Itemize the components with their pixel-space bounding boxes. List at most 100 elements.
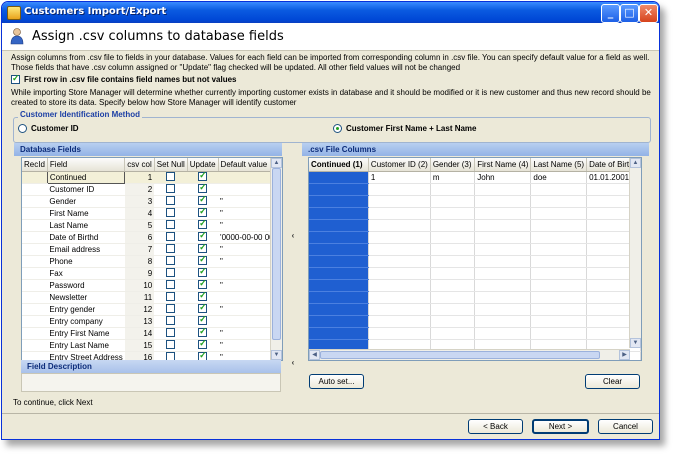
update-checkbox[interactable] xyxy=(198,280,208,289)
customer-id-radio[interactable] xyxy=(18,124,27,133)
field-row[interactable]: Entry gender12" xyxy=(22,303,282,316)
field-row[interactable]: Entry company 13 xyxy=(22,315,282,328)
field-row[interactable]: Password10" xyxy=(22,279,282,292)
db-column-header[interactable]: csv col xyxy=(124,158,155,172)
set-null-checkbox[interactable] xyxy=(166,232,176,241)
set-null-checkbox[interactable] xyxy=(166,328,176,337)
csv-columns-grid[interactable]: Continued (1) Customer ID (2) Gender (3) Fi… xyxy=(308,157,642,361)
database-fields-scrollbar[interactable]: ▲ ▼ xyxy=(270,158,282,360)
back-button[interactable]: < Back xyxy=(468,419,523,434)
set-null-checkbox[interactable] xyxy=(166,220,176,229)
field-row[interactable]: Entry Last Name15" xyxy=(22,339,282,352)
db-column-header[interactable]: Field xyxy=(47,158,126,172)
database-fields-grid[interactable]: RecId Field csv col Set Null Update Default v… xyxy=(21,157,283,361)
scroll-thumb[interactable] xyxy=(272,168,281,340)
csv-scroll-up-arrow[interactable]: ▲ xyxy=(630,158,641,168)
csv-column-header[interactable]: Last Name (5) xyxy=(530,158,588,172)
set-null-checkbox[interactable] xyxy=(166,256,176,265)
update-checkbox[interactable] xyxy=(198,220,208,229)
db-column-header[interactable]: Update xyxy=(187,158,219,172)
set-null-checkbox[interactable] xyxy=(166,292,176,301)
scroll-down-arrow[interactable]: ▼ xyxy=(271,350,282,360)
update-checkbox[interactable] xyxy=(198,244,208,253)
csv-scroll-down-arrow[interactable]: ▼ xyxy=(630,338,641,348)
csv-column-header[interactable]: Gender (3) xyxy=(430,158,476,172)
clear-button[interactable]: Clear xyxy=(585,374,640,389)
csv-row[interactable] xyxy=(309,291,641,304)
option-customer-id[interactable]: Customer ID xyxy=(18,124,79,133)
set-null-checkbox[interactable] xyxy=(166,208,176,217)
unassign-left-arrow-icon[interactable]: ‹ xyxy=(289,359,297,367)
update-checkbox[interactable] xyxy=(198,172,208,181)
first-row-checkbox[interactable] xyxy=(11,73,20,84)
csv-row[interactable] xyxy=(309,267,641,280)
scroll-up-arrow[interactable]: ▲ xyxy=(271,158,282,168)
update-checkbox[interactable] xyxy=(198,292,208,301)
field-row[interactable]: Fax 9 xyxy=(22,267,282,280)
set-null-checkbox[interactable] xyxy=(166,196,176,205)
update-cell xyxy=(187,183,219,196)
set-null-checkbox[interactable] xyxy=(166,244,176,253)
maximize-button[interactable]: □ xyxy=(620,4,639,23)
csv-row[interactable] xyxy=(309,255,641,268)
csv-row[interactable] xyxy=(309,303,641,316)
field-row[interactable]: Newsletter 11 xyxy=(22,291,282,304)
csv-vertical-scrollbar[interactable]: ▲ ▼ xyxy=(629,158,641,348)
close-button[interactable]: ✕ xyxy=(639,4,658,23)
name-radio[interactable] xyxy=(333,124,342,133)
update-checkbox[interactable] xyxy=(198,268,208,277)
cancel-button[interactable]: Cancel xyxy=(598,419,653,434)
update-checkbox[interactable] xyxy=(198,208,208,217)
auto-set-button[interactable]: Auto set... xyxy=(309,374,364,389)
csv-row[interactable]: 1 m John doe 01.01.2001 xyxy=(309,171,641,184)
set-null-checkbox[interactable] xyxy=(166,316,176,325)
update-checkbox[interactable] xyxy=(198,304,208,313)
field-row[interactable]: Date of Birthd6'0000-00-00 00:00:00' xyxy=(22,231,282,244)
field-row[interactable]: Phone8" xyxy=(22,255,282,268)
field-row[interactable]: Last Name5" xyxy=(22,219,282,232)
option-name[interactable]: Customer First Name + Last Name xyxy=(333,124,477,133)
csv-row[interactable] xyxy=(309,231,641,244)
csv-scroll-left-arrow[interactable]: ◀ xyxy=(309,350,320,360)
csv-scroll-right-arrow[interactable]: ▶ xyxy=(619,350,630,360)
field-row[interactable]: Gender3" xyxy=(22,195,282,208)
update-checkbox[interactable] xyxy=(198,196,208,205)
update-checkbox[interactable] xyxy=(198,328,208,337)
csv-row[interactable] xyxy=(309,243,641,256)
csv-column-header[interactable]: Continued (1) xyxy=(309,158,369,172)
first-row-option[interactable]: First row in .csv file contains field na… xyxy=(11,73,237,84)
csv-row[interactable] xyxy=(309,195,641,208)
field-row[interactable]: Entry First Name14" xyxy=(22,327,282,340)
csv-row[interactable] xyxy=(309,207,641,220)
csv-row[interactable] xyxy=(309,327,641,340)
set-null-checkbox[interactable] xyxy=(166,280,176,289)
csv-row[interactable] xyxy=(309,279,641,292)
csv-row[interactable] xyxy=(309,315,641,328)
assign-left-arrow-icon[interactable]: ‹ xyxy=(289,232,297,240)
set-null-checkbox[interactable] xyxy=(166,172,176,181)
db-column-header[interactable]: Set Null xyxy=(154,158,188,172)
set-null-checkbox[interactable] xyxy=(166,304,176,313)
set-null-checkbox[interactable] xyxy=(166,340,176,349)
field-row[interactable]: Email address7" xyxy=(22,243,282,256)
field-row[interactable]: First Name4" xyxy=(22,207,282,220)
next-button[interactable]: Next > xyxy=(532,419,589,434)
csv-column-header[interactable]: Customer ID (2) xyxy=(368,158,431,172)
set-null-checkbox[interactable] xyxy=(166,184,176,193)
update-checkbox[interactable] xyxy=(198,184,208,193)
field-name-cell: Phone xyxy=(47,255,125,268)
csv-column-header[interactable]: First Name (4) xyxy=(474,158,532,172)
db-column-header[interactable]: RecId xyxy=(22,158,48,172)
update-checkbox[interactable] xyxy=(198,340,208,349)
update-checkbox[interactable] xyxy=(198,232,208,241)
csv-row[interactable] xyxy=(309,219,641,232)
minimize-button[interactable]: _ xyxy=(601,4,620,23)
field-row[interactable]: Customer ID 2 xyxy=(22,183,282,196)
set-null-checkbox[interactable] xyxy=(166,268,176,277)
field-row[interactable]: Continued 1 xyxy=(22,171,282,184)
update-checkbox[interactable] xyxy=(198,316,208,325)
csv-horizontal-scrollbar[interactable]: ◀ ▶ xyxy=(309,349,630,360)
csv-row[interactable] xyxy=(309,183,641,196)
csv-hscroll-thumb[interactable] xyxy=(320,351,600,359)
update-checkbox[interactable] xyxy=(198,256,208,265)
